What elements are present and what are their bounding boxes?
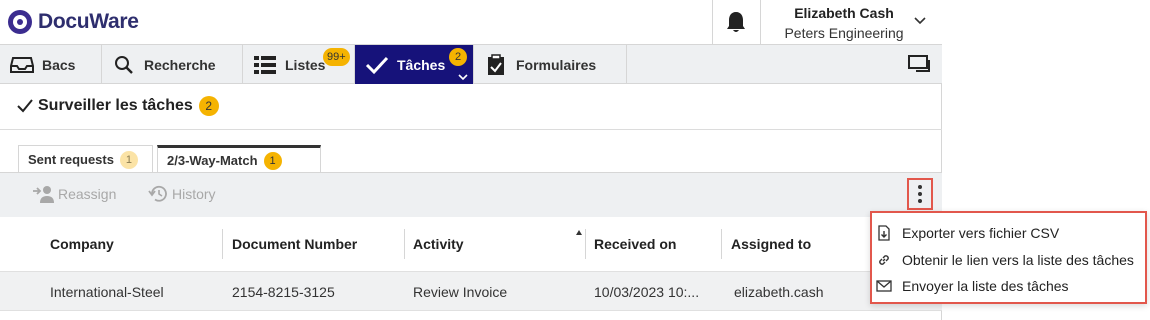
chevron-down-icon[interactable] [913, 14, 927, 28]
table-header: Company Document Number Activity Receive… [0, 217, 942, 271]
column-header-document-number[interactable]: Document Number [232, 217, 357, 271]
column-header-assigned-to[interactable]: Assigned to [731, 217, 811, 271]
more-options-menu: Exporter vers fichier CSV Obtenir le lie… [870, 211, 1147, 304]
top-header: DocuWare Elizabeth Cash Peters Engineeri… [0, 0, 942, 44]
tray-icon [10, 54, 34, 76]
logo-text: DocuWare [38, 10, 139, 33]
mail-icon [876, 278, 892, 294]
user-name[interactable]: Elizabeth Cash [761, 5, 927, 21]
export-file-icon [876, 225, 892, 241]
divider [0, 129, 942, 130]
menu-item-label: Obtenir le lien vers la liste des tâches [902, 252, 1134, 268]
menu-item-export-csv[interactable]: Exporter vers fichier CSV [876, 225, 1059, 241]
menu-item-get-link[interactable]: Obtenir le lien vers la liste des tâches [876, 252, 1134, 268]
search-icon [112, 54, 136, 76]
tab-2-3-way-match[interactable]: 2/3-Way-Match 1 [157, 145, 321, 173]
nav-item-formulaires[interactable]: Formulaires [474, 45, 627, 84]
tab-badge: 1 [263, 151, 282, 170]
check-icon [17, 99, 33, 113]
check-icon [365, 54, 389, 76]
more-options-button[interactable] [907, 178, 933, 210]
nav-item-label: Formulaires [516, 56, 597, 73]
cell-received-on: 10/03/2023 10:... [594, 284, 700, 300]
listes-count-badge: 99+ [323, 48, 350, 66]
dot [918, 199, 922, 203]
nav-item-listes[interactable]: Listes 99+ [243, 45, 355, 84]
nav-item-label: Tâches [397, 56, 446, 73]
menu-item-label: Exporter vers fichier CSV [902, 225, 1060, 241]
tab-label: 2/3-Way-Match [167, 153, 258, 168]
dot [918, 185, 922, 189]
sort-ascending-icon [576, 230, 582, 235]
tab-label: Sent requests [28, 152, 114, 167]
history-label: History [172, 186, 216, 202]
page-title: Surveiller les tâches 2 [16, 96, 219, 116]
logo[interactable]: DocuWare [8, 10, 139, 34]
menu-item-label: Envoyer la liste des tâches [902, 278, 1069, 294]
taches-count-badge: 2 [449, 48, 467, 66]
reassign-label: Reassign [58, 186, 117, 202]
page-title-text: Surveiller les tâches [38, 97, 193, 114]
menu-item-send-list[interactable]: Envoyer la liste des tâches [876, 278, 1069, 294]
column-divider[interactable] [404, 229, 405, 259]
nav-item-label: Listes [285, 56, 326, 73]
column-divider[interactable] [585, 229, 586, 259]
page-title-badge: 2 [198, 96, 219, 116]
nav-item-label: Bacs [42, 56, 76, 73]
docuware-logo-icon [8, 10, 32, 34]
link-icon [876, 252, 892, 268]
tab-sent-requests[interactable]: Sent requests 1 [18, 145, 153, 173]
reassign-user-icon [33, 186, 54, 203]
cell-activity: Review Invoice [413, 284, 508, 300]
dot [918, 192, 922, 196]
column-divider[interactable] [222, 229, 223, 259]
cell-assigned-to: elizabeth.cash [734, 284, 824, 300]
nav-item-label: Recherche [144, 56, 216, 73]
clipboard-icon [484, 53, 508, 76]
table-row[interactable]: International-Steel 2154-8215-3125 Revie… [0, 271, 942, 311]
main-nav: Bacs Recherche Listes 99+ Tâches 2 Formu… [0, 44, 942, 84]
column-divider[interactable] [721, 229, 722, 259]
history-button[interactable]: History [146, 185, 216, 203]
tab-badge: 1 [119, 150, 138, 169]
bell-icon[interactable] [725, 10, 747, 34]
user-company: Peters Engineering [784, 25, 904, 41]
reassign-button[interactable]: Reassign [32, 185, 116, 203]
cell-document-number: 2154-8215-3125 [232, 284, 335, 300]
docuware-app: DocuWare Elizabeth Cash Peters Engineeri… [0, 0, 942, 320]
user-area: Elizabeth Cash Peters Engineering [712, 0, 942, 44]
column-header-company[interactable]: Company [50, 217, 114, 271]
nav-item-bacs[interactable]: Bacs [0, 45, 102, 84]
column-header-activity[interactable]: Activity [413, 217, 464, 271]
chevron-down-icon[interactable] [458, 73, 468, 81]
column-header-received-on[interactable]: Received on [594, 217, 676, 271]
toolbar: Reassign History [0, 172, 942, 217]
nav-item-taches[interactable]: Tâches 2 [355, 45, 474, 84]
history-icon [148, 185, 167, 202]
nav-item-recherche[interactable]: Recherche [102, 45, 243, 84]
list-icon [253, 54, 277, 76]
window-layout-icon[interactable] [908, 54, 932, 74]
cell-company: International-Steel [50, 284, 164, 300]
